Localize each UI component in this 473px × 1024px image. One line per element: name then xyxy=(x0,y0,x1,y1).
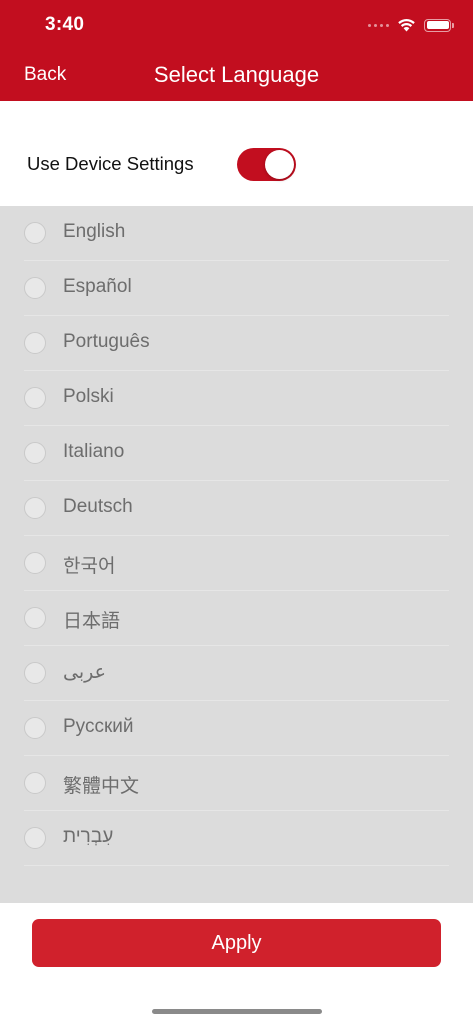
language-option-korean[interactable]: 한국어 xyxy=(24,536,449,591)
language-label: Polski xyxy=(63,386,114,407)
page-title: Select Language xyxy=(153,62,320,87)
radio-button[interactable] xyxy=(24,827,46,849)
radio-button[interactable] xyxy=(24,497,46,519)
cellular-signal-icon xyxy=(368,23,389,27)
wifi-icon xyxy=(398,18,415,32)
language-option-portugues[interactable]: Português xyxy=(24,316,449,371)
device-settings-toggle[interactable] xyxy=(237,148,296,181)
app-header: 3:40 Back Select Language xyxy=(0,0,473,101)
language-option-deutsch[interactable]: Deutsch xyxy=(24,481,449,536)
language-option-polski[interactable]: Polski xyxy=(24,371,449,426)
radio-button[interactable] xyxy=(24,662,46,684)
language-option-traditional-chinese[interactable]: 繁體中文 xyxy=(24,756,449,811)
radio-button[interactable] xyxy=(24,222,46,244)
radio-button[interactable] xyxy=(24,552,46,574)
radio-button[interactable] xyxy=(24,387,46,409)
language-option-english[interactable]: English xyxy=(24,206,449,261)
radio-button[interactable] xyxy=(24,772,46,794)
device-settings-label: Use Device Settings xyxy=(27,153,194,174)
language-option-espanol[interactable]: Español xyxy=(24,261,449,316)
language-label: 한국어 xyxy=(63,556,116,577)
language-label: Italiano xyxy=(63,441,125,462)
status-time: 3:40 xyxy=(45,14,85,35)
language-option-hebrew[interactable]: עִבְרִית xyxy=(24,811,449,866)
radio-button[interactable] xyxy=(24,442,46,464)
battery-icon xyxy=(424,18,454,32)
language-option-arabic[interactable]: عربى xyxy=(24,646,449,701)
language-option-italiano[interactable]: Italiano xyxy=(24,426,449,481)
language-label: Português xyxy=(63,331,150,352)
device-settings-row: Use Device Settings xyxy=(0,101,473,206)
language-label: עִבְרִית xyxy=(63,826,114,847)
language-label: English xyxy=(63,221,126,242)
language-option-russian[interactable]: Русский xyxy=(24,701,449,756)
language-label: Deutsch xyxy=(63,496,133,517)
language-label: عربى xyxy=(63,662,106,683)
radio-button[interactable] xyxy=(24,607,46,629)
language-label: Русский xyxy=(63,716,134,737)
language-label: 繁體中文 xyxy=(63,776,140,797)
home-indicator xyxy=(152,1009,322,1014)
status-icons xyxy=(368,15,454,35)
language-option-japanese[interactable]: 日本語 xyxy=(24,591,449,646)
language-label: 日本語 xyxy=(63,611,121,632)
radio-button[interactable] xyxy=(24,332,46,354)
language-label: Español xyxy=(63,276,132,297)
radio-button[interactable] xyxy=(24,277,46,299)
apply-button[interactable]: Apply xyxy=(32,919,441,967)
toggle-knob xyxy=(265,150,294,179)
radio-button[interactable] xyxy=(24,717,46,739)
